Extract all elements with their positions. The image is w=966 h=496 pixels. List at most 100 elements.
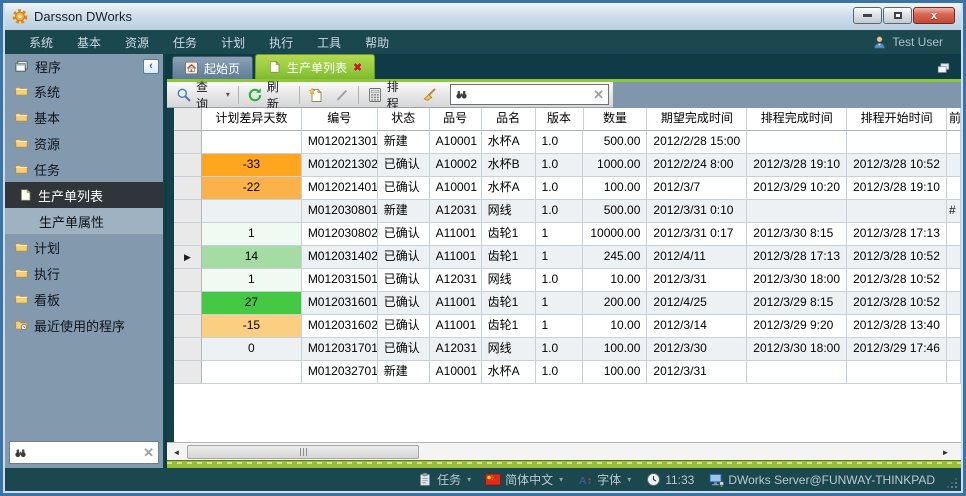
table-cell: M012031402: [302, 246, 378, 269]
table-cell: 10.00: [583, 315, 647, 338]
table-cell: 已确认: [378, 338, 430, 361]
minimize-button[interactable]: [853, 7, 882, 24]
horizontal-scrollbar[interactable]: ◄ ►: [167, 442, 961, 460]
sidebar-item[interactable]: 任务: [5, 156, 163, 182]
menu-item[interactable]: 基本: [65, 30, 113, 55]
table-row[interactable]: ▶14M012031402已确认A11001齿轮11245.002012/4/1…: [174, 246, 961, 269]
app-window: Darsson DWorks x 系统基本资源任务计划执行工具帮助 Test U…: [0, 0, 966, 496]
table-row[interactable]: -22M012021401已确认A10001水杯A1.0100.002012/3…: [174, 177, 961, 200]
column-header[interactable]: 品号: [430, 108, 482, 131]
table-row[interactable]: M012032701新建A10001水杯A1.0100.002012/3/31: [174, 361, 961, 384]
column-header[interactable]: 编号: [302, 108, 378, 131]
table-cell: 500.00: [583, 131, 647, 154]
column-header[interactable]: 排程开始时间: [847, 108, 947, 131]
table-row[interactable]: -15M012031602已确认A11001齿轮1110.002012/3/14…: [174, 315, 961, 338]
table-row[interactable]: 1M012031501已确认A12031网线1.010.002012/3/312…: [174, 269, 961, 292]
table-cell: 齿轮1: [482, 315, 536, 338]
sidebar-item-label: 计划: [34, 238, 60, 257]
table-cell: A11001: [430, 315, 482, 338]
close-button[interactable]: x: [913, 7, 955, 24]
menu-bar: 系统基本资源任务计划执行工具帮助 Test User: [5, 30, 961, 54]
folder-icon: [15, 241, 28, 254]
toolbar-search-box[interactable]: ✕: [450, 84, 609, 105]
column-header[interactable]: 数量: [584, 108, 648, 131]
sidebar-item[interactable]: 基本: [5, 104, 163, 130]
table-cell: 2012/3/30 18:00: [747, 269, 847, 292]
table-cell: 200.00: [583, 292, 647, 315]
table-row[interactable]: 1M012030802已确认A11001齿轮1110000.002012/3/3…: [174, 223, 961, 246]
column-header: [174, 108, 202, 131]
column-header[interactable]: 前: [947, 108, 961, 131]
sidebar-item[interactable]: 生产单列表: [5, 182, 163, 208]
table-cell: 1.0: [536, 177, 584, 200]
table-cell: -22: [202, 177, 302, 200]
new-page-icon: [308, 87, 324, 103]
table-cell: 已确认: [378, 315, 430, 338]
sidebar-item[interactable]: 系统: [5, 78, 163, 104]
clear-search-icon[interactable]: ✕: [593, 87, 604, 103]
table-row[interactable]: -33M012021302已确认A10002水杯B1.01000.002012/…: [174, 154, 961, 177]
table-cell: 2012/3/29 9:20: [747, 315, 847, 338]
sidebar-item[interactable]: 计划: [5, 234, 163, 260]
close-tab-icon[interactable]: ✖: [353, 61, 362, 74]
status-item[interactable]: 简体中文▾: [481, 471, 567, 488]
status-item[interactable]: 任务▾: [413, 471, 475, 488]
toolbar-button[interactable]: [303, 85, 329, 105]
table-cell: 水杯A: [482, 131, 536, 154]
sidebar-item[interactable]: 看板: [5, 286, 163, 312]
folder-icon: [15, 85, 28, 98]
menu-item[interactable]: 任务: [161, 30, 209, 55]
column-header[interactable]: 排程完成时间: [747, 108, 847, 131]
clear-search-icon[interactable]: ✕: [143, 445, 154, 461]
collapse-sidebar-button[interactable]: ‹: [143, 59, 159, 74]
user-box[interactable]: Test User: [871, 30, 943, 54]
status-item[interactable]: 11:33: [641, 472, 698, 488]
table-cell: #: [947, 200, 961, 223]
toolbar-button[interactable]: [416, 85, 442, 105]
table-row[interactable]: M012021301新建A10001水杯A1.0500.002012/2/28 …: [174, 131, 961, 154]
menu-item[interactable]: 资源: [113, 30, 161, 55]
table-cell: M012031501: [302, 269, 378, 292]
status-item[interactable]: A字体▾: [573, 471, 635, 488]
table-cell: [747, 131, 847, 154]
maximize-button[interactable]: [883, 7, 912, 24]
production-order-table: 计划差异天数编号状态品号品名版本数量期望完成时间排程完成时间排程开始时间前M01…: [167, 108, 961, 442]
sidebar-item[interactable]: 生产单属性: [5, 208, 163, 234]
menu-item[interactable]: 系统: [17, 30, 65, 55]
table-cell: A10002: [430, 154, 482, 177]
table-row[interactable]: 0M012031701已确认A12031网线1.0100.002012/3/30…: [174, 338, 961, 361]
toolbar-button[interactable]: [329, 85, 355, 105]
menu-item[interactable]: 计划: [209, 30, 257, 55]
menu-item[interactable]: 执行: [257, 30, 305, 55]
windows-stack-icon[interactable]: [935, 60, 951, 76]
binoculars-icon: [14, 446, 27, 459]
tab-label: 生产单列表: [287, 59, 347, 76]
content-area: 起始页 生产单列表 ✖: [167, 54, 961, 468]
column-header[interactable]: 状态: [378, 108, 430, 131]
sidebar-search-box[interactable]: ✕: [9, 441, 159, 464]
sidebar-item[interactable]: 资源: [5, 130, 163, 156]
menu-item[interactable]: 工具: [305, 30, 353, 55]
table-cell: A11001: [430, 246, 482, 269]
sidebar-title: 程序: [35, 57, 143, 76]
table-cell: 2012/3/29 17:46: [847, 338, 947, 361]
table-cell: 2012/3/7: [647, 177, 747, 200]
table-row[interactable]: 27M012031601已确认A11001齿轮11200.002012/4/25…: [174, 292, 961, 315]
row-marker: [174, 131, 202, 154]
menu-item[interactable]: 帮助: [353, 30, 401, 55]
sidebar-item[interactable]: 执行: [5, 260, 163, 286]
column-header[interactable]: 版本: [536, 108, 584, 131]
toolbar-search-input[interactable]: [468, 85, 594, 104]
status-item[interactable]: DWorks Server@FUNWAY-THINKPAD: [704, 472, 939, 488]
scroll-right-icon[interactable]: ►: [938, 444, 953, 460]
column-header[interactable]: 品名: [482, 108, 536, 131]
sidebar-item[interactable]: 最近使用的程序: [5, 312, 163, 338]
column-header[interactable]: 计划差异天数: [202, 108, 302, 131]
scrollbar-thumb[interactable]: [187, 445, 419, 459]
row-marker: [174, 269, 202, 292]
scroll-left-icon[interactable]: ◄: [169, 444, 184, 460]
resize-grip[interactable]: [945, 476, 957, 488]
table-cell: 2012/2/24 8:00: [647, 154, 747, 177]
column-header[interactable]: 期望完成时间: [647, 108, 747, 131]
table-row[interactable]: M012030801新建A12031网线1.0500.002012/3/31 0…: [174, 200, 961, 223]
